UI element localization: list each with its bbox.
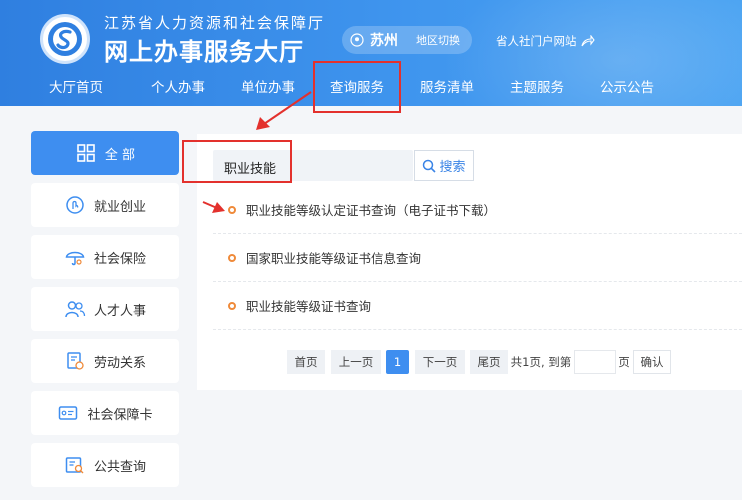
bullet-icon [228,301,236,310]
nav-organization[interactable]: 单位办事 [241,76,295,96]
portal-link-label: 省人社门户网站 [496,34,577,48]
sidebar-item-talent[interactable]: 人才人事 [31,287,179,331]
location-pin-icon [350,33,364,47]
sidebar-item-label: 劳动关系 [93,355,146,371]
list-item[interactable]: 国家职业技能等级证书信息查询 [213,234,742,282]
sidebar-item-label: 就业创业 [93,199,146,215]
bullet-icon [228,253,236,262]
nav-service-list[interactable]: 服务清单 [420,76,474,96]
sidebar-item-all[interactable]: 全 部 [31,131,179,175]
sidebar-item-label: 全 部 [104,147,136,163]
share-arrow-icon [580,35,595,47]
sidebar-item-social-insurance[interactable]: 社会保险 [31,235,179,279]
org-name: 江苏省人力资源和社会保障厅 [104,14,326,32]
nav-theme-services[interactable]: 主题服务 [510,76,564,96]
sidebar-item-label: 公共查询 [93,459,146,475]
logo[interactable] [40,14,90,64]
result-title: 职业技能等级证书查询 [246,299,372,314]
nav-announcements[interactable]: 公示公告 [600,76,654,96]
sidebar-item-public-query[interactable]: 公共查询 [31,443,179,487]
pagination-confirm-button[interactable]: 确认 [633,350,671,374]
search-icon [423,159,437,173]
list-item[interactable]: 职业技能等级证书查询 [213,282,742,330]
sidebar-item-employment[interactable]: 就业创业 [31,183,179,227]
sidebar-item-labor-relations[interactable]: 劳动关系 [31,339,179,383]
nav-highlight-box [313,61,401,113]
region-selector[interactable]: 苏州 地区切换 [342,26,472,54]
pagination-page-unit: 页 [618,355,630,369]
sidebar-item-social-card[interactable]: 社会保障卡 [31,391,179,435]
page-number-input[interactable] [574,350,616,374]
region-switch-link[interactable]: 地区切换 [416,32,460,48]
pagination-next[interactable]: 下一页 [415,350,465,374]
hrss-logo-icon [48,22,82,56]
pagination-last[interactable]: 尾页 [470,350,508,374]
pagination-first[interactable]: 首页 [287,350,325,374]
nav-home[interactable]: 大厅首页 [49,76,103,96]
list-item[interactable]: 职业技能等级认定证书查询（电子证书下载） [213,186,742,234]
search-highlight-box [182,140,292,183]
pagination-prev[interactable]: 上一页 [331,350,381,374]
sidebar-item-label: 社会保障卡 [87,407,153,423]
pagination-current-page[interactable]: 1 [386,350,409,374]
nav-personal[interactable]: 个人办事 [151,76,205,96]
sidebar-item-label: 人才人事 [93,303,146,319]
result-title: 职业技能等级认定证书查询（电子证书下载） [246,203,497,218]
contract-icon [67,352,84,370]
current-city: 苏州 [370,33,398,49]
query-icon [65,457,84,474]
people-icon [65,301,86,318]
card-icon [59,406,78,420]
umbrella-icon [65,251,85,266]
bullet-icon [228,205,236,214]
grid-icon [77,144,95,162]
search-button[interactable]: 搜索 [414,150,474,181]
portal-link[interactable]: 省人社门户网站 [496,33,595,49]
sidebar-item-label: 社会保险 [93,251,146,267]
search-button-label: 搜索 [439,160,466,175]
pagination-summary: 共1页, 到第 [510,355,572,369]
site-title: 网上办事服务大厅 [104,38,304,66]
employment-icon [66,196,84,214]
result-title: 国家职业技能等级证书信息查询 [246,251,422,266]
